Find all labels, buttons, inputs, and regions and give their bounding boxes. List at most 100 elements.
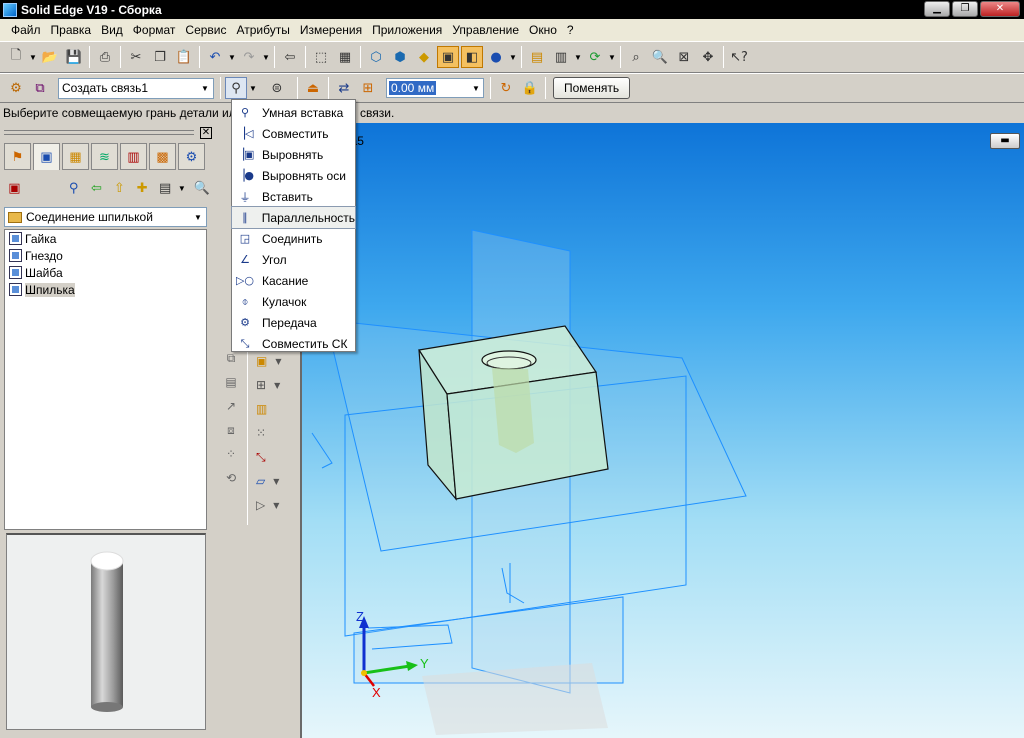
menu-item-connect[interactable]: ◲ Соединить xyxy=(232,228,355,249)
panel-grip[interactable] xyxy=(4,130,194,135)
close-icon[interactable]: ✕ xyxy=(200,127,212,139)
view-front-icon[interactable]: ⬢ xyxy=(389,46,411,68)
close-button[interactable]: ✕ xyxy=(980,1,1020,17)
move-icon[interactable]: ↗ xyxy=(221,396,241,416)
mirror-icon[interactable]: ⧈ xyxy=(221,420,241,440)
options-icon[interactable]: ⊜ xyxy=(266,77,288,99)
menu-item-mate[interactable]: ▕◁ Совместить xyxy=(232,123,355,144)
menu-item-insert[interactable]: ⏚ Вставить xyxy=(232,186,355,207)
copy-icon[interactable]: ❐ xyxy=(149,46,171,68)
menu-tools[interactable]: Сервис xyxy=(180,23,231,37)
menu-applications[interactable]: Приложения xyxy=(367,23,447,37)
menu-file[interactable]: Файл xyxy=(6,23,46,37)
view-mode-icon[interactable]: ▤ xyxy=(156,177,175,199)
menu-item-smart-insert[interactable]: ⚲ Умная вставка xyxy=(232,102,355,123)
assembly-relations-icon[interactable]: ⚙ xyxy=(5,77,27,99)
up-folder-icon[interactable]: ⇧ xyxy=(110,177,129,199)
menu-item-parallel[interactable]: ∥ Параллельность xyxy=(231,206,356,229)
list-item[interactable]: Шпилька xyxy=(5,281,206,298)
redo-icon[interactable]: ↷ xyxy=(238,46,260,68)
menu-dimensions[interactable]: Измерения xyxy=(295,23,367,37)
menu-item-gear[interactable]: ⚙ Передача xyxy=(232,312,355,333)
lock-icon[interactable]: 🔒 xyxy=(519,77,541,99)
insert-part-icon[interactable]: ⇦ xyxy=(279,46,301,68)
tab-parts-library-icon[interactable]: ▣ xyxy=(33,143,60,170)
list-item[interactable]: Гайка xyxy=(5,230,206,247)
sketch-row[interactable]: ▷ ▼ xyxy=(248,494,291,516)
undo-icon[interactable]: ↶ xyxy=(204,46,226,68)
menu-item-align[interactable]: ▕▣ Выровнять xyxy=(232,144,355,165)
render-dropdown-arrow[interactable]: ▼ xyxy=(508,53,518,62)
maximize-button[interactable]: ❐ xyxy=(952,1,978,17)
group-row[interactable]: ⁙ xyxy=(248,422,291,444)
chevron-down-icon[interactable]: ▼ xyxy=(197,79,213,98)
menu-item-tangent[interactable]: ▷○ Касание xyxy=(232,270,355,291)
display-icon[interactable]: ▥ xyxy=(550,46,572,68)
menu-manage[interactable]: Управление xyxy=(447,23,524,37)
offset-value-field[interactable]: 0.00 мм ▼ xyxy=(386,78,484,98)
menu-format[interactable]: Формат xyxy=(128,23,181,37)
apply-button[interactable]: Поменять xyxy=(553,77,631,99)
back-arrow-icon[interactable]: ⇦ xyxy=(87,177,106,199)
zoom-icon[interactable]: 🔍 xyxy=(649,46,671,68)
pattern-icon[interactable]: ⁘ xyxy=(221,444,241,464)
relation-type-dropdown-arrow[interactable]: ▼ xyxy=(248,84,258,93)
shaded-view-icon[interactable]: ▣ xyxy=(437,46,459,68)
properties-icon[interactable]: ⚲ xyxy=(64,177,83,199)
layers-icon[interactable]: ▤ xyxy=(526,46,548,68)
select-icon[interactable]: ⬚ xyxy=(310,46,332,68)
relation-type-button[interactable]: ⚲ xyxy=(225,77,247,99)
flash-fit-icon[interactable]: ⏏ xyxy=(302,77,324,99)
help-pointer-icon[interactable]: ↖? xyxy=(728,46,750,68)
cut-icon[interactable]: ✂ xyxy=(125,46,147,68)
refresh-icon[interactable]: ⟳ xyxy=(584,46,606,68)
open-icon[interactable]: 📂 xyxy=(39,46,61,68)
step-icon[interactable]: ⧉ xyxy=(29,77,51,99)
tab-assembly-icon[interactable]: ⚑ xyxy=(4,143,31,170)
folder-combo[interactable]: Соединение шпилькой ▼ xyxy=(4,207,207,227)
tab-settings-icon[interactable]: ⚙ xyxy=(178,143,205,170)
flip-icon[interactable]: ⇄ xyxy=(333,77,355,99)
sphere-icon[interactable]: ● xyxy=(485,46,507,68)
pan-icon[interactable]: ✥ xyxy=(697,46,719,68)
search-icon[interactable]: 🔍 xyxy=(192,177,211,199)
rotate-part-icon[interactable]: ⟲ xyxy=(221,468,241,488)
new-folder-icon[interactable]: ✚ xyxy=(133,177,152,199)
undo-dropdown-arrow[interactable]: ▼ xyxy=(227,53,237,62)
assembly-pattern-row[interactable]: ⊞ ▼ xyxy=(248,374,291,396)
menu-item-match-cs[interactable]: ⤡ Совместить СК xyxy=(232,333,355,354)
menu-help[interactable]: ? xyxy=(562,23,579,37)
tab-reports-icon[interactable]: ▥ xyxy=(120,143,147,170)
offset-dropdown-icon[interactable]: ▼ xyxy=(469,84,483,93)
relation-name-combo[interactable]: Создать связь1 ▼ xyxy=(58,77,214,99)
rotate-lock-icon[interactable]: ↻ xyxy=(495,77,517,99)
display-dropdown-arrow[interactable]: ▼ xyxy=(573,53,583,62)
view-wire-icon[interactable]: ◆ xyxy=(413,46,435,68)
menu-item-axial-align[interactable]: ▕● Выровнять оси xyxy=(232,165,355,186)
list-item[interactable]: Шайба xyxy=(5,264,206,281)
shaded-edges-icon[interactable]: ◧ xyxy=(461,46,483,68)
menu-edit[interactable]: Правка xyxy=(46,23,97,37)
properties-icon[interactable]: ▦ xyxy=(334,46,356,68)
menu-view[interactable]: Вид xyxy=(96,23,128,37)
family-row[interactable]: ▥ xyxy=(248,398,291,420)
zoom-area-icon[interactable]: ⌕ xyxy=(625,46,647,68)
offset-type-icon[interactable]: ⊞ xyxy=(357,77,379,99)
tab-features-icon[interactable]: ▦ xyxy=(62,143,89,170)
tab-family-icon[interactable]: ▩ xyxy=(149,143,176,170)
minimize-button[interactable]: ▁ xyxy=(924,1,950,17)
list-item[interactable]: Гнездо xyxy=(5,247,206,264)
chevron-down-icon[interactable]: ▼ xyxy=(190,208,206,227)
menu-item-angle[interactable]: ∠ Угол xyxy=(232,249,355,270)
view-mode-dropdown[interactable]: ▼ xyxy=(178,184,187,193)
view-iso-icon[interactable]: ⬡ xyxy=(365,46,387,68)
tab-layers-icon[interactable]: ≋ xyxy=(91,143,118,170)
print-icon[interactable]: ⎙ xyxy=(94,46,116,68)
new-dropdown-arrow[interactable]: ▼ xyxy=(28,53,38,62)
view-icon[interactable]: ▣ xyxy=(5,177,24,199)
menu-window[interactable]: Окно xyxy=(524,23,562,37)
paste-icon[interactable]: 📋 xyxy=(173,46,195,68)
fit-icon[interactable]: ⊠ xyxy=(673,46,695,68)
coordinate-system-row[interactable]: ⤡ xyxy=(248,446,291,468)
menu-item-cam[interactable]: ⌽ Кулачок xyxy=(232,291,355,312)
